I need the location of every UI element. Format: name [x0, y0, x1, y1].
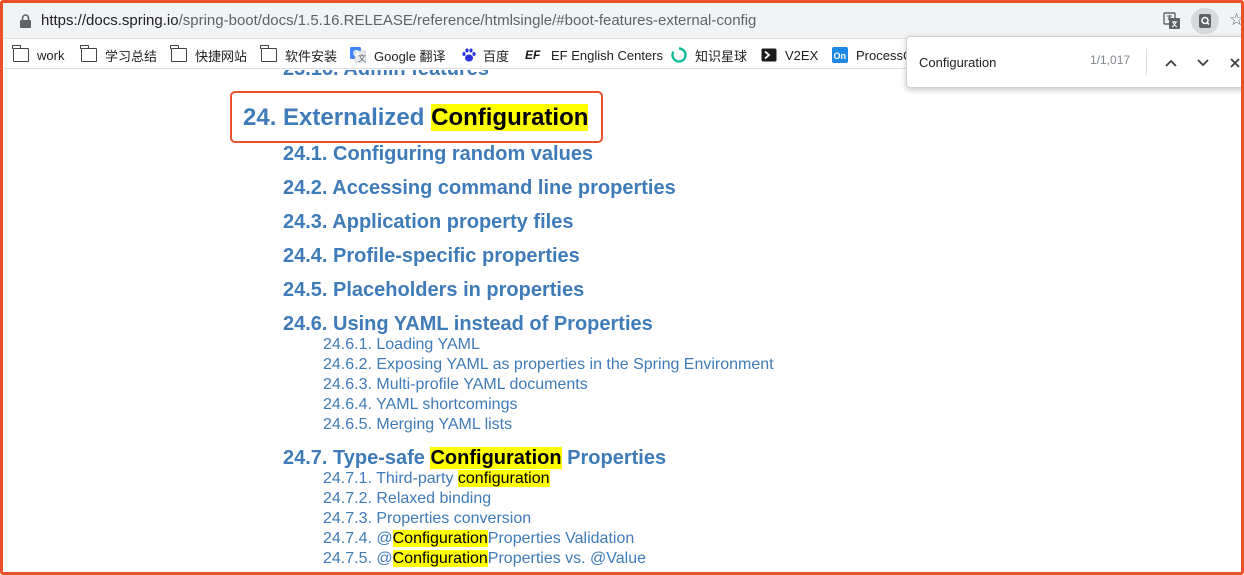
bookmark-study-summary[interactable]: 学习总结 — [80, 45, 157, 64]
toc-link-24-7-4[interactable]: 24.7.4. @ConfigurationProperties Validat… — [323, 530, 634, 548]
toc-link-24-6[interactable]: 24.6. Using YAML instead of Properties — [283, 313, 653, 336]
bookmark-ef-english[interactable]: EF EF English Centers — [525, 46, 663, 64]
find-divider — [1146, 49, 1147, 75]
baidu-paw-icon — [462, 48, 476, 62]
find-next-button[interactable] — [1192, 52, 1214, 74]
bookmark-baidu[interactable]: 百度 — [461, 46, 509, 64]
toc-link-24-6-3[interactable]: 24.6.3. Multi-profile YAML documents — [323, 376, 588, 394]
toc-link-prev-section[interactable]: 23.16. Admin features — [283, 70, 489, 81]
address-bar[interactable]: https://docs.spring.io/spring-boot/docs/… — [3, 3, 1241, 39]
ef-logo-icon: EF — [525, 48, 541, 62]
lock-icon — [20, 14, 31, 28]
chevron-down-icon — [1197, 59, 1209, 67]
url-text[interactable]: https://docs.spring.io/spring-boot/docs/… — [41, 12, 756, 29]
toc-link-24-6-4[interactable]: 24.6.4. YAML shortcomings — [323, 396, 517, 414]
bookmark-star-icon[interactable]: ☆ — [1229, 10, 1241, 30]
toc-link-24-4[interactable]: 24.4. Profile-specific properties — [283, 245, 580, 268]
toc-link-24-7[interactable]: 24.7. Type-safe Configuration Properties — [283, 447, 666, 470]
bookmark-zsxq[interactable]: 知识星球 — [671, 46, 747, 64]
toc-link-24-7-2[interactable]: 24.7.2. Relaxed binding — [323, 490, 491, 508]
toc-section-24[interactable]: 24. Externalized Configuration — [243, 104, 589, 132]
bookmark-quick-sites[interactable]: 快捷网站 — [170, 45, 247, 64]
find-in-page-icon — [1199, 14, 1211, 28]
chevron-up-icon — [1165, 59, 1177, 67]
find-close-button[interactable] — [1224, 52, 1241, 74]
url-host: https://docs.spring.io — [41, 12, 179, 29]
bookmark-google-translate[interactable]: G 文 Google 翻译 — [350, 46, 446, 64]
find-previous-button[interactable] — [1160, 52, 1182, 74]
svg-text:On: On — [834, 51, 847, 61]
folder-icon — [170, 45, 187, 62]
page-content: 23.16. Admin features 24. Externalized C… — [3, 70, 1241, 572]
folder-icon — [12, 45, 29, 62]
toc-link-24-3[interactable]: 24.3. Application property files — [283, 211, 573, 234]
search-highlight: Configuration — [431, 104, 589, 131]
bookmark-v2ex[interactable]: V2EX — [761, 46, 818, 64]
bookmark-work[interactable]: work — [12, 45, 64, 64]
find-in-page-button[interactable] — [1191, 8, 1219, 34]
svg-text:文: 文 — [358, 53, 366, 63]
screenshot-frame: https://docs.spring.io/spring-boot/docs/… — [0, 0, 1244, 575]
toc-link-24-6-2[interactable]: 24.6.2. Exposing YAML as properties in t… — [323, 356, 774, 374]
search-highlight: configuration — [457, 470, 550, 487]
find-input[interactable] — [919, 52, 1089, 72]
find-bar: 1/1,017 — [906, 36, 1241, 88]
translate-icon[interactable] — [1163, 12, 1181, 30]
processon-icon: On — [832, 47, 848, 63]
search-highlight: Configuration — [392, 550, 488, 567]
search-highlight: Configuration — [392, 530, 488, 547]
toc-link-24-7-5[interactable]: 24.7.5. @ConfigurationProperties vs. @Va… — [323, 550, 646, 568]
url-path: /spring-boot/docs/1.5.16.RELEASE/referen… — [178, 12, 757, 29]
close-icon — [1230, 58, 1240, 68]
folder-icon — [260, 45, 277, 62]
google-translate-icon: G 文 — [350, 47, 366, 63]
toc-link-24-7-3[interactable]: 24.7.3. Properties conversion — [323, 510, 531, 528]
bookmark-software-install[interactable]: 软件安装 — [260, 45, 337, 64]
toc-link-24-6-1[interactable]: 24.6.1. Loading YAML — [323, 336, 480, 354]
toc-link-24-1[interactable]: 24.1. Configuring random values — [283, 143, 593, 166]
toc-link-24-7-1[interactable]: 24.7.1. Third-party configuration — [323, 470, 550, 488]
toc-link-24-6-5[interactable]: 24.6.5. Merging YAML lists — [323, 416, 512, 434]
folder-icon — [80, 45, 97, 62]
zsxq-icon — [671, 47, 687, 63]
toc-link-24-2[interactable]: 24.2. Accessing command line properties — [283, 177, 676, 200]
find-match-count: 1/1,017 — [1090, 53, 1131, 67]
v2ex-icon — [761, 48, 777, 62]
search-highlight: Configuration — [430, 447, 562, 469]
toc-link-24-5[interactable]: 24.5. Placeholders in properties — [283, 279, 584, 302]
